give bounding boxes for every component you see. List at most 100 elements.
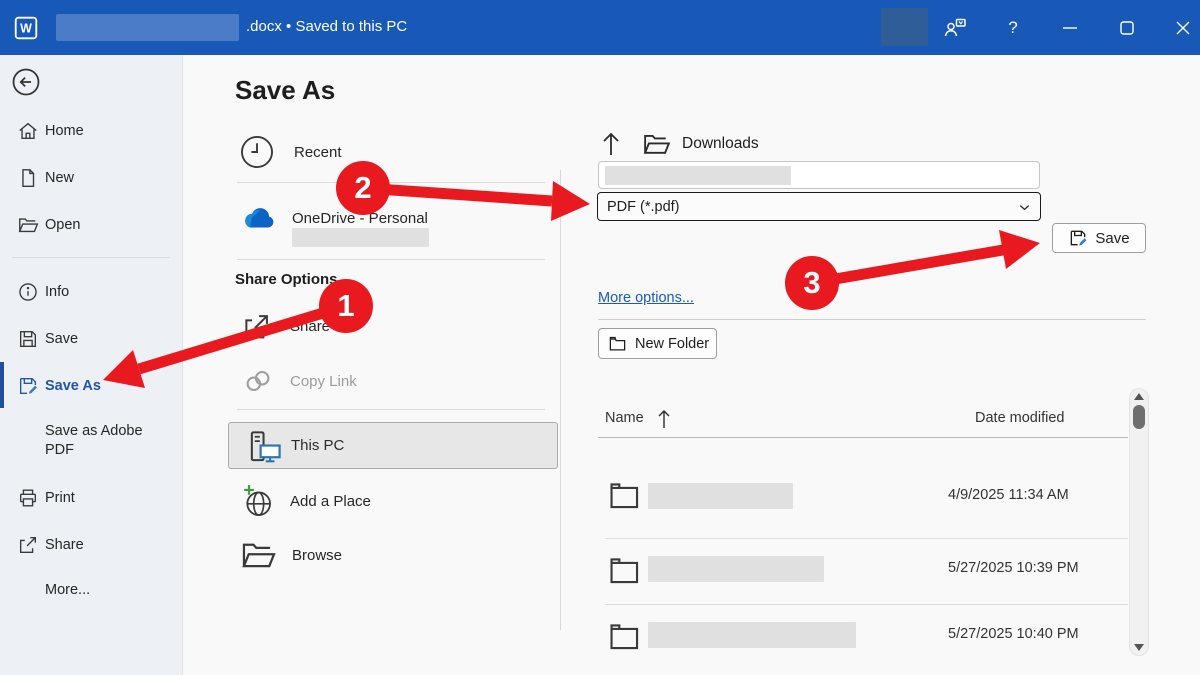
info-icon bbox=[17, 281, 39, 303]
doc-extension: .docx bbox=[246, 18, 282, 35]
share-option-copy-link[interactable]: Copy Link bbox=[240, 365, 357, 397]
place-recent[interactable]: Recent bbox=[238, 133, 342, 171]
save-as-icon bbox=[17, 375, 39, 397]
file-type-dropdown[interactable]: PDF (*.pdf) bbox=[597, 192, 1041, 221]
save-icon bbox=[17, 328, 39, 350]
share-option-label: Share bbox=[290, 318, 330, 335]
file-row-date: 4/9/2025 11:34 AM bbox=[948, 487, 1069, 503]
redacted-filename bbox=[56, 14, 239, 41]
sidebar-item-save[interactable]: Save bbox=[0, 322, 183, 356]
folder-icon bbox=[608, 334, 627, 353]
title-bar: W .docx • Saved to this PC ? bbox=[0, 0, 1200, 55]
close-button[interactable] bbox=[1166, 12, 1200, 44]
maximize-button[interactable] bbox=[1110, 12, 1144, 44]
chevron-down-icon bbox=[1017, 200, 1032, 215]
file-row[interactable]: 5/27/2025 10:39 PM bbox=[605, 532, 1125, 598]
title-bullet: • bbox=[286, 18, 291, 35]
file-row[interactable]: 5/27/2025 10:40 PM bbox=[605, 598, 1125, 664]
sidebar-item-save-as[interactable]: Save As bbox=[0, 369, 183, 403]
file-row-date: 5/27/2025 10:40 PM bbox=[948, 626, 1079, 642]
redacted-account bbox=[881, 8, 928, 46]
save-as-icon bbox=[1068, 228, 1088, 248]
backstage-sidebar: Home New Open In bbox=[0, 55, 183, 675]
scrollbar-thumb[interactable] bbox=[1133, 405, 1145, 429]
word-save-as-backstage: W .docx • Saved to this PC ? bbox=[0, 0, 1200, 675]
up-directory-button[interactable] bbox=[600, 131, 622, 157]
date-modified-column-header[interactable]: Date modified bbox=[975, 410, 1064, 426]
new-document-icon bbox=[17, 167, 39, 189]
folder-icon bbox=[608, 620, 642, 652]
sidebar-item-label: Share bbox=[45, 537, 84, 553]
place-browse[interactable]: Browse bbox=[240, 538, 342, 572]
current-folder-label[interactable]: Downloads bbox=[682, 135, 759, 153]
middle-divider bbox=[237, 409, 545, 410]
sidebar-item-info[interactable]: Info bbox=[0, 275, 183, 309]
save-button-label: Save bbox=[1095, 230, 1129, 247]
more-options-link[interactable]: More options... bbox=[598, 290, 694, 306]
scroll-up-arrow-icon[interactable] bbox=[1134, 393, 1144, 400]
save-status: Saved to this PC bbox=[295, 18, 407, 35]
folder-icon bbox=[608, 554, 642, 586]
svg-text:W: W bbox=[20, 22, 32, 36]
redacted-filename-value bbox=[605, 166, 791, 185]
share-arrow-icon bbox=[240, 308, 274, 344]
share-icon bbox=[17, 534, 39, 556]
file-row-date: 5/27/2025 10:39 PM bbox=[948, 560, 1079, 576]
page-title: Save As bbox=[235, 75, 335, 106]
presenter-button[interactable] bbox=[938, 12, 972, 44]
place-label: This PC bbox=[291, 437, 344, 454]
link-icon bbox=[240, 365, 276, 397]
minimize-button[interactable] bbox=[1053, 12, 1087, 44]
share-options-header: Share Options bbox=[235, 271, 338, 288]
sidebar-item-save-adobe-pdf[interactable]: Save as Adobe PDF bbox=[45, 422, 157, 460]
sidebar-item-label: Home bbox=[45, 123, 84, 139]
sidebar-item-label: Print bbox=[45, 490, 75, 506]
sidebar-item-print[interactable]: Print bbox=[0, 481, 183, 515]
new-folder-button[interactable]: New Folder bbox=[598, 328, 717, 359]
globe-plus-icon bbox=[240, 482, 276, 520]
sidebar-item-label: New bbox=[45, 170, 74, 186]
redacted-folder-name bbox=[648, 622, 856, 648]
help-button[interactable]: ? bbox=[996, 12, 1030, 44]
place-label: Add a Place bbox=[290, 493, 371, 510]
share-option-label: Copy Link bbox=[290, 373, 357, 390]
browse-folder-icon bbox=[240, 538, 278, 572]
onedrive-cloud-icon bbox=[240, 203, 278, 233]
word-logo-icon: W bbox=[13, 15, 39, 41]
sidebar-item-share[interactable]: Share bbox=[0, 528, 183, 562]
sidebar-item-new[interactable]: New bbox=[0, 161, 183, 195]
redacted-account-email bbox=[292, 228, 429, 247]
redacted-folder-name bbox=[648, 483, 793, 509]
print-icon bbox=[17, 487, 39, 509]
help-glyph: ? bbox=[1008, 18, 1017, 38]
file-row[interactable]: 4/9/2025 11:34 AM bbox=[605, 465, 1125, 525]
sidebar-divider bbox=[12, 257, 170, 258]
back-button[interactable] bbox=[11, 67, 41, 97]
place-add-a-place[interactable]: Add a Place bbox=[240, 482, 371, 520]
place-this-pc[interactable]: This PC bbox=[228, 422, 558, 469]
scroll-down-arrow-icon[interactable] bbox=[1134, 644, 1144, 651]
place-label: OneDrive - Personal bbox=[292, 210, 428, 227]
folder-icon bbox=[608, 479, 642, 511]
sidebar-item-more[interactable]: More... bbox=[45, 582, 90, 598]
save-button[interactable]: Save bbox=[1052, 223, 1146, 253]
middle-divider bbox=[237, 182, 545, 183]
share-option-share[interactable]: Share bbox=[240, 308, 330, 344]
place-label: Recent bbox=[294, 144, 342, 161]
sidebar-item-label: Open bbox=[45, 217, 80, 233]
header-divider bbox=[598, 437, 1128, 438]
redacted-folder-name bbox=[648, 556, 824, 582]
downloads-folder-icon bbox=[642, 131, 672, 157]
open-folder-icon bbox=[17, 214, 39, 236]
window-title: .docx • Saved to this PC bbox=[246, 18, 407, 35]
sidebar-item-open[interactable]: Open bbox=[0, 208, 183, 242]
home-icon bbox=[17, 120, 39, 142]
file-list-header: Name Date modified bbox=[605, 410, 1125, 432]
sidebar-item-home[interactable]: Home bbox=[0, 114, 183, 148]
filename-input[interactable] bbox=[598, 161, 1040, 189]
name-column-header[interactable]: Name bbox=[605, 410, 644, 426]
clock-icon bbox=[238, 133, 276, 171]
section-divider bbox=[598, 319, 1146, 320]
file-list-scrollbar[interactable] bbox=[1129, 388, 1149, 656]
sidebar-item-label: Info bbox=[45, 284, 69, 300]
